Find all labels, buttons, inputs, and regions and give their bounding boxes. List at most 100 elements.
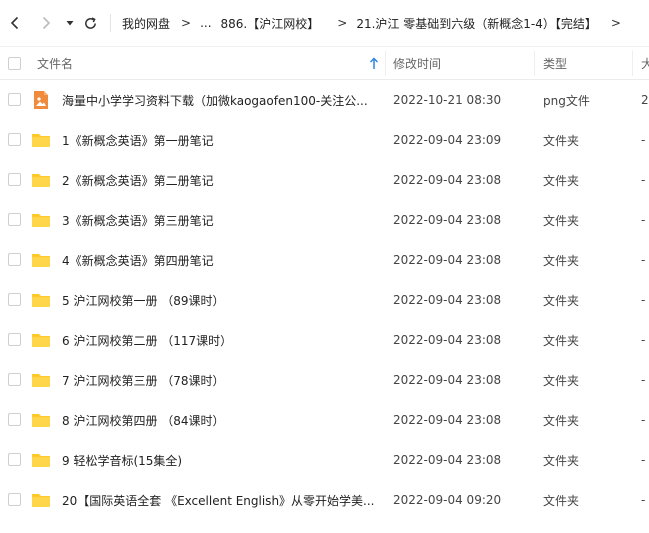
- file-name[interactable]: 2《新概念英语》第二册笔记: [62, 160, 382, 200]
- file-size: -: [641, 213, 646, 227]
- file-type: 文件夹: [543, 213, 580, 228]
- row-checkbox[interactable]: [8, 173, 21, 186]
- folder-icon: [31, 210, 51, 230]
- file-size: -: [641, 373, 646, 387]
- breadcrumb-item-ellipsis[interactable]: ...: [200, 16, 211, 30]
- table-row[interactable]: 8 沪江网校第四册 （84课时） 2022-09-04 23:08 文件夹 -: [0, 400, 649, 440]
- file-type: 文件夹: [543, 293, 580, 308]
- chevron-left-icon: [10, 16, 19, 30]
- file-modified-time: 2022-09-04 23:08: [393, 453, 502, 467]
- file-modified-time: 2022-10-21 08:30: [393, 93, 502, 107]
- file-type: 文件夹: [543, 493, 580, 508]
- table-row[interactable]: 4《新概念英语》第四册笔记 2022-09-04 23:08 文件夹 -: [0, 240, 649, 280]
- file-name[interactable]: 6 沪江网校第二册 （117课时）: [62, 320, 382, 360]
- breadcrumb-separator: >: [181, 16, 192, 30]
- file-modified-time: 2022-09-04 23:08: [393, 373, 502, 387]
- folder-icon: [31, 130, 51, 150]
- folder-icon: [31, 290, 51, 310]
- file-type: 文件夹: [543, 333, 580, 348]
- file-modified-time: 2022-09-04 23:08: [393, 333, 502, 347]
- file-name[interactable]: 20【国际英语全套 《Excellent English》从零开始学美...: [62, 480, 382, 520]
- column-divider[interactable]: [632, 51, 633, 76]
- folder-icon: [31, 490, 51, 510]
- file-type: png文件: [543, 93, 590, 108]
- file-type: 文件夹: [543, 253, 580, 268]
- row-checkbox[interactable]: [8, 373, 21, 386]
- file-size: -: [641, 333, 646, 347]
- breadcrumb-item-parent[interactable]: 886.【沪江网校】: [221, 15, 320, 32]
- chevron-right-icon: [42, 16, 51, 30]
- file-modified-time: 2022-09-04 23:08: [393, 413, 502, 427]
- file-type: 文件夹: [543, 173, 580, 188]
- column-divider[interactable]: [385, 51, 386, 76]
- column-divider[interactable]: [534, 51, 535, 76]
- table-row[interactable]: 9 轻松学音标(15集全) 2022-09-04 23:08 文件夹 -: [0, 440, 649, 480]
- table-row[interactable]: 海量中小学学习资料下载（加微kaogaofen100-关注公... 2022-1…: [0, 80, 649, 120]
- folder-icon: [31, 450, 51, 470]
- refresh-button[interactable]: [80, 13, 100, 33]
- column-header-size[interactable]: 大: [641, 47, 649, 80]
- file-name[interactable]: 海量中小学学习资料下载（加微kaogaofen100-关注公...: [62, 80, 382, 120]
- sort-ascending-arrow-icon[interactable]: [368, 57, 380, 70]
- caret-down-icon: [66, 21, 74, 26]
- toolbar: 我的网盘 > ... 886.【沪江网校】 > 21.沪江 零基础到六级（新概念…: [0, 0, 649, 46]
- image-file-icon: [31, 90, 51, 110]
- table-row[interactable]: 2《新概念英语》第二册笔记 2022-09-04 23:08 文件夹 -: [0, 160, 649, 200]
- file-name[interactable]: 7 沪江网校第三册 （78课时）: [62, 360, 382, 400]
- forward-button[interactable]: [36, 13, 56, 33]
- file-size: -: [641, 493, 646, 507]
- file-name[interactable]: 8 沪江网校第四册 （84课时）: [62, 400, 382, 440]
- row-checkbox[interactable]: [8, 453, 21, 466]
- file-modified-time: 2022-09-04 23:08: [393, 253, 502, 267]
- file-size: -: [641, 293, 646, 307]
- table-row[interactable]: 7 沪江网校第三册 （78课时） 2022-09-04 23:08 文件夹 -: [0, 360, 649, 400]
- row-checkbox[interactable]: [8, 493, 21, 506]
- file-modified-time: 2022-09-04 23:08: [393, 173, 502, 187]
- table-row[interactable]: 20【国际英语全套 《Excellent English》从零开始学美... 2…: [0, 480, 649, 520]
- column-header-name[interactable]: 文件名: [37, 47, 73, 80]
- file-size: -: [641, 413, 646, 427]
- folder-icon: [31, 330, 51, 350]
- file-name[interactable]: 5 沪江网校第一册 （89课时）: [62, 280, 382, 320]
- select-all-checkbox[interactable]: [8, 57, 21, 70]
- breadcrumb-item-root[interactable]: 我的网盘: [122, 15, 170, 32]
- folder-icon: [31, 410, 51, 430]
- file-size: -: [641, 453, 646, 467]
- table-row[interactable]: 1《新概念英语》第一册笔记 2022-09-04 23:09 文件夹 -: [0, 120, 649, 160]
- row-checkbox[interactable]: [8, 213, 21, 226]
- file-modified-time: 2022-09-04 23:09: [393, 133, 502, 147]
- table-row[interactable]: 5 沪江网校第一册 （89课时） 2022-09-04 23:08 文件夹 -: [0, 280, 649, 320]
- table-row[interactable]: 6 沪江网校第二册 （117课时） 2022-09-04 23:08 文件夹 -: [0, 320, 649, 360]
- breadcrumb-separator: >: [610, 16, 621, 30]
- file-modified-time: 2022-09-04 23:08: [393, 293, 502, 307]
- file-name[interactable]: 1《新概念英语》第一册笔记: [62, 120, 382, 160]
- row-checkbox[interactable]: [8, 333, 21, 346]
- folder-icon: [31, 370, 51, 390]
- back-button[interactable]: [5, 13, 25, 33]
- folder-icon: [31, 170, 51, 190]
- row-checkbox[interactable]: [8, 93, 21, 106]
- file-size: -: [641, 253, 646, 267]
- breadcrumb: 我的网盘 > ... 886.【沪江网校】 > 21.沪江 零基础到六级（新概念…: [122, 0, 630, 46]
- column-header-modified[interactable]: 修改时间: [393, 47, 441, 80]
- row-checkbox[interactable]: [8, 253, 21, 266]
- toolbar-divider: [110, 14, 111, 32]
- file-name[interactable]: 4《新概念英语》第四册笔记: [62, 240, 382, 280]
- breadcrumb-item-current[interactable]: 21.沪江 零基础到六级（新概念1-4）【完结】: [356, 15, 597, 32]
- row-checkbox[interactable]: [8, 133, 21, 146]
- folder-icon: [31, 250, 51, 270]
- file-size: 2: [641, 93, 649, 107]
- table-row[interactable]: 3《新概念英语》第三册笔记 2022-09-04 23:08 文件夹 -: [0, 200, 649, 240]
- file-table-header: 文件名 修改时间 类型 大: [0, 47, 649, 80]
- row-checkbox[interactable]: [8, 293, 21, 306]
- file-modified-time: 2022-09-04 23:08: [393, 213, 502, 227]
- breadcrumb-separator: >: [337, 16, 348, 30]
- file-name[interactable]: 3《新概念英语》第三册笔记: [62, 200, 382, 240]
- history-dropdown-button[interactable]: [60, 13, 80, 33]
- file-size: -: [641, 173, 646, 187]
- file-modified-time: 2022-09-04 09:20: [393, 493, 502, 507]
- row-checkbox[interactable]: [8, 413, 21, 426]
- column-header-type[interactable]: 类型: [543, 47, 567, 80]
- file-type: 文件夹: [543, 373, 580, 388]
- file-name[interactable]: 9 轻松学音标(15集全): [62, 440, 382, 480]
